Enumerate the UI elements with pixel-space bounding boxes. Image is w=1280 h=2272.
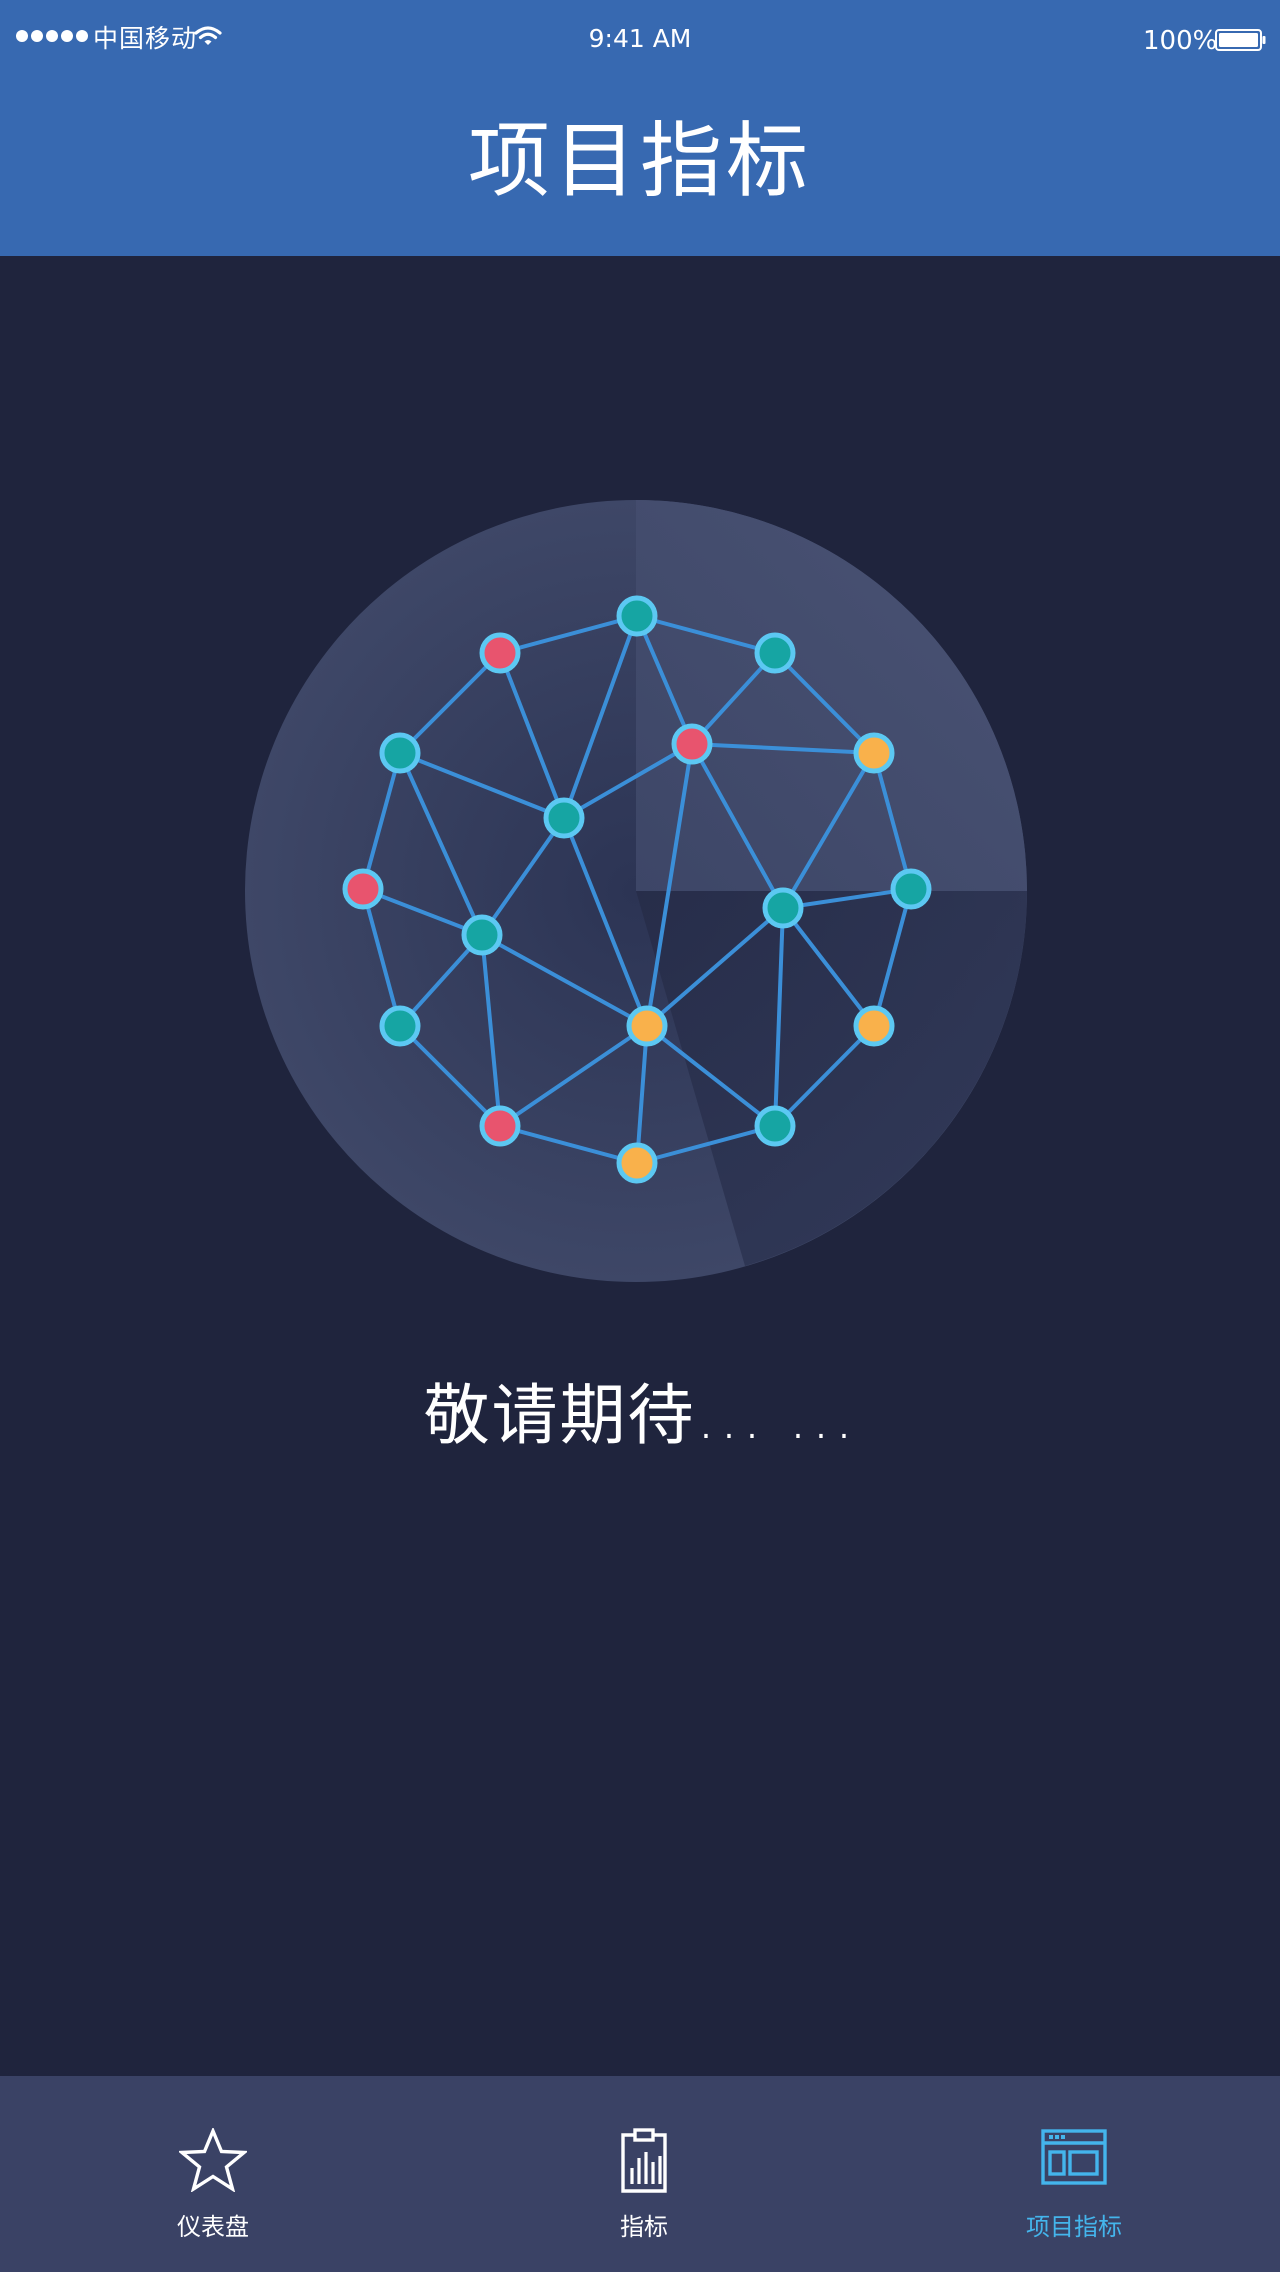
status-bar: 中国移动 9:41 AM 100% <box>0 0 1280 76</box>
tab-label-dashboard: 仪表盘 <box>177 2213 249 2241</box>
tab-project-metrics[interactable]: 项目指标 <box>924 2076 1224 2272</box>
clipboard-chart-icon <box>621 2128 667 2193</box>
battery-icon <box>1215 29 1266 51</box>
tab-dashboard[interactable]: 仪表盘 <box>63 2076 363 2272</box>
page-title: 项目指标 <box>467 114 812 209</box>
dashboard-layout-icon <box>1041 2129 1107 2185</box>
star-icon <box>179 2128 247 2192</box>
bottom-tab-bar: 仪表盘 指标 项目指标 <box>0 2076 1280 2272</box>
tab-label-project-metrics: 项目指标 <box>1026 2213 1122 2241</box>
battery-percentage: 100% <box>1143 26 1218 56</box>
navigation-header: 项目指标 <box>0 76 1280 256</box>
main-content: 敬请期待... ... <box>0 256 1280 2076</box>
coming-soon-message: 敬请期待... ... <box>423 1377 857 1454</box>
tab-metrics[interactable]: 指标 <box>494 2076 794 2272</box>
tab-label-metrics: 指标 <box>620 2213 668 2241</box>
status-time: 9:41 AM <box>588 24 692 53</box>
network-graph-illustration <box>245 500 1027 1282</box>
